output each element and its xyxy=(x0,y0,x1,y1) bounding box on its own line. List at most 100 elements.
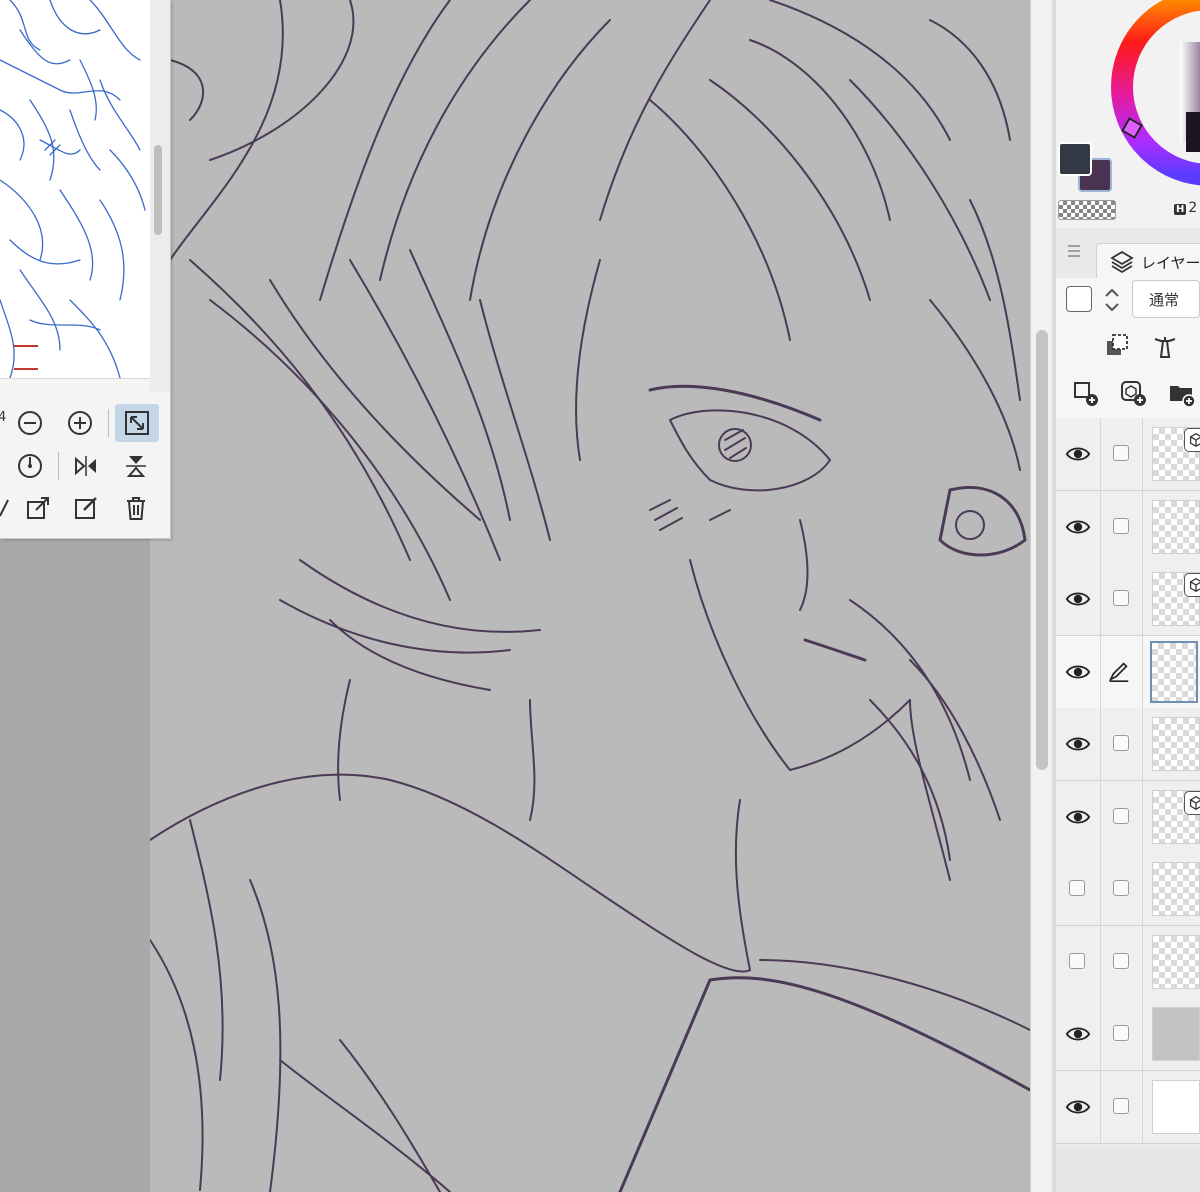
separator xyxy=(1142,418,1143,490)
lock-checkbox[interactable] xyxy=(1113,1097,1129,1114)
layer-tools-row1 xyxy=(1056,322,1200,368)
canvas-vertical-scrollbar[interactable] xyxy=(1030,0,1053,1192)
eye-icon[interactable] xyxy=(1064,585,1092,613)
layer-row[interactable] xyxy=(1056,853,1200,926)
layer-row[interactable] xyxy=(1056,1070,1200,1144)
hsv-readout: H2 xyxy=(1174,200,1197,216)
layer-tools-row2 xyxy=(1056,368,1200,419)
new-3d-layer-icon xyxy=(1121,381,1146,406)
blend-mode-select[interactable]: 通常 xyxy=(1132,280,1200,318)
layer-row[interactable] xyxy=(1056,418,1200,491)
flip-horizontal-button[interactable] xyxy=(68,448,104,484)
chevron-updown-icon[interactable] xyxy=(1100,282,1124,318)
separator xyxy=(1100,853,1101,925)
separator xyxy=(1142,1070,1143,1143)
separator xyxy=(1100,635,1101,708)
hsv-value: 2 xyxy=(1188,200,1198,216)
eye-icon[interactable] xyxy=(1064,803,1092,831)
eye-icon[interactable] xyxy=(1064,513,1092,541)
lock-checkbox[interactable] xyxy=(1113,517,1129,534)
layer-thumbnail xyxy=(1152,499,1200,554)
layer-thumbnail xyxy=(1152,717,1200,771)
rotate-dial-icon xyxy=(18,454,42,478)
layer-row[interactable] xyxy=(1056,563,1200,636)
export-icon xyxy=(27,497,49,519)
lock-checkbox[interactable] xyxy=(1113,445,1129,461)
fit-window-button[interactable] xyxy=(115,404,159,442)
lock-checkbox[interactable] xyxy=(1113,952,1129,969)
separator xyxy=(1100,490,1101,563)
edit-icon xyxy=(75,497,97,519)
cube-icon xyxy=(1184,428,1200,452)
navigator-scrollbar[interactable] xyxy=(150,0,170,392)
color-panel: H2 xyxy=(1056,0,1200,229)
hsv-label: H xyxy=(1174,204,1187,215)
view-frame-marker xyxy=(14,368,38,370)
layer-row[interactable] xyxy=(1056,780,1200,854)
eye-icon[interactable] xyxy=(1064,658,1092,686)
zoom-in-button[interactable] xyxy=(62,405,98,441)
navigator-preview[interactable] xyxy=(0,0,150,379)
rotate-reset-button[interactable] xyxy=(12,448,48,484)
flip-vertical-button[interactable] xyxy=(118,448,154,484)
lock-checkbox[interactable] xyxy=(1113,735,1129,751)
layer-row[interactable] xyxy=(1056,708,1200,781)
transparent-color-swatch[interactable] xyxy=(1058,200,1116,220)
layers-icon xyxy=(1110,250,1134,274)
lock-checkbox[interactable] xyxy=(1113,1025,1129,1041)
layer-row[interactable] xyxy=(1056,490,1200,564)
visibility-checkbox[interactable] xyxy=(1069,952,1085,969)
zoom-out-button[interactable] xyxy=(12,405,48,441)
layer-list xyxy=(1056,418,1200,1148)
edit-button[interactable] xyxy=(68,490,104,526)
visibility-checkbox[interactable] xyxy=(1069,880,1085,896)
flip-horizontal-icon xyxy=(75,456,96,476)
eye-icon[interactable] xyxy=(1064,730,1092,758)
right-panel: H2 レイヤー 通常 xyxy=(1056,0,1200,1192)
separator xyxy=(1100,708,1101,780)
separator xyxy=(1142,780,1143,853)
separator xyxy=(1100,418,1101,490)
lock-checkbox[interactable] xyxy=(1113,590,1129,606)
new-vector-layer-button[interactable] xyxy=(1116,376,1150,410)
layer-row[interactable] xyxy=(1056,998,1200,1071)
layer-row[interactable] xyxy=(1056,635,1200,709)
separator xyxy=(1142,853,1143,925)
separator xyxy=(1142,925,1143,998)
eye-icon[interactable] xyxy=(1064,1020,1092,1048)
pen-icon xyxy=(1106,658,1134,686)
lighthouse-icon xyxy=(1154,337,1176,358)
layer-row[interactable] xyxy=(1056,925,1200,999)
lineart-sketch xyxy=(150,0,1030,1192)
view-frame-marker xyxy=(14,345,38,347)
separator xyxy=(1142,708,1143,780)
new-raster-layer-button[interactable] xyxy=(1068,376,1102,410)
eye-icon[interactable] xyxy=(1064,1093,1092,1121)
tab-layer-label: レイヤー xyxy=(1141,253,1200,272)
panel-footer xyxy=(1056,1148,1200,1192)
scrollbar-thumb[interactable] xyxy=(1036,330,1048,770)
scrollbar-thumb[interactable] xyxy=(154,145,162,235)
layer-thumbnail xyxy=(1152,862,1200,916)
separator xyxy=(108,409,109,437)
zoom-value: 4 xyxy=(0,410,7,425)
cube-icon xyxy=(1184,573,1200,597)
new-folder-button[interactable] xyxy=(1164,376,1198,410)
eye-icon[interactable] xyxy=(1064,440,1092,468)
lock-checkbox[interactable] xyxy=(1113,807,1129,824)
register-button[interactable] xyxy=(0,490,20,526)
opacity-swatch[interactable] xyxy=(1066,286,1092,312)
color-wheel[interactable] xyxy=(1100,0,1200,192)
menu-icon[interactable] xyxy=(1066,244,1082,258)
drawing-canvas[interactable] xyxy=(150,0,1030,1192)
separator xyxy=(1100,998,1101,1070)
main-color-swatch[interactable] xyxy=(1058,142,1092,176)
clip-layer-button[interactable] xyxy=(1100,328,1134,362)
separator xyxy=(1142,998,1143,1070)
tab-layer[interactable]: レイヤー xyxy=(1096,243,1200,280)
export-button[interactable] xyxy=(20,490,56,526)
layer-thumbnail xyxy=(1152,1079,1200,1134)
delete-button[interactable] xyxy=(118,490,154,526)
lock-checkbox[interactable] xyxy=(1113,880,1129,896)
reference-layer-button[interactable] xyxy=(1148,328,1182,362)
